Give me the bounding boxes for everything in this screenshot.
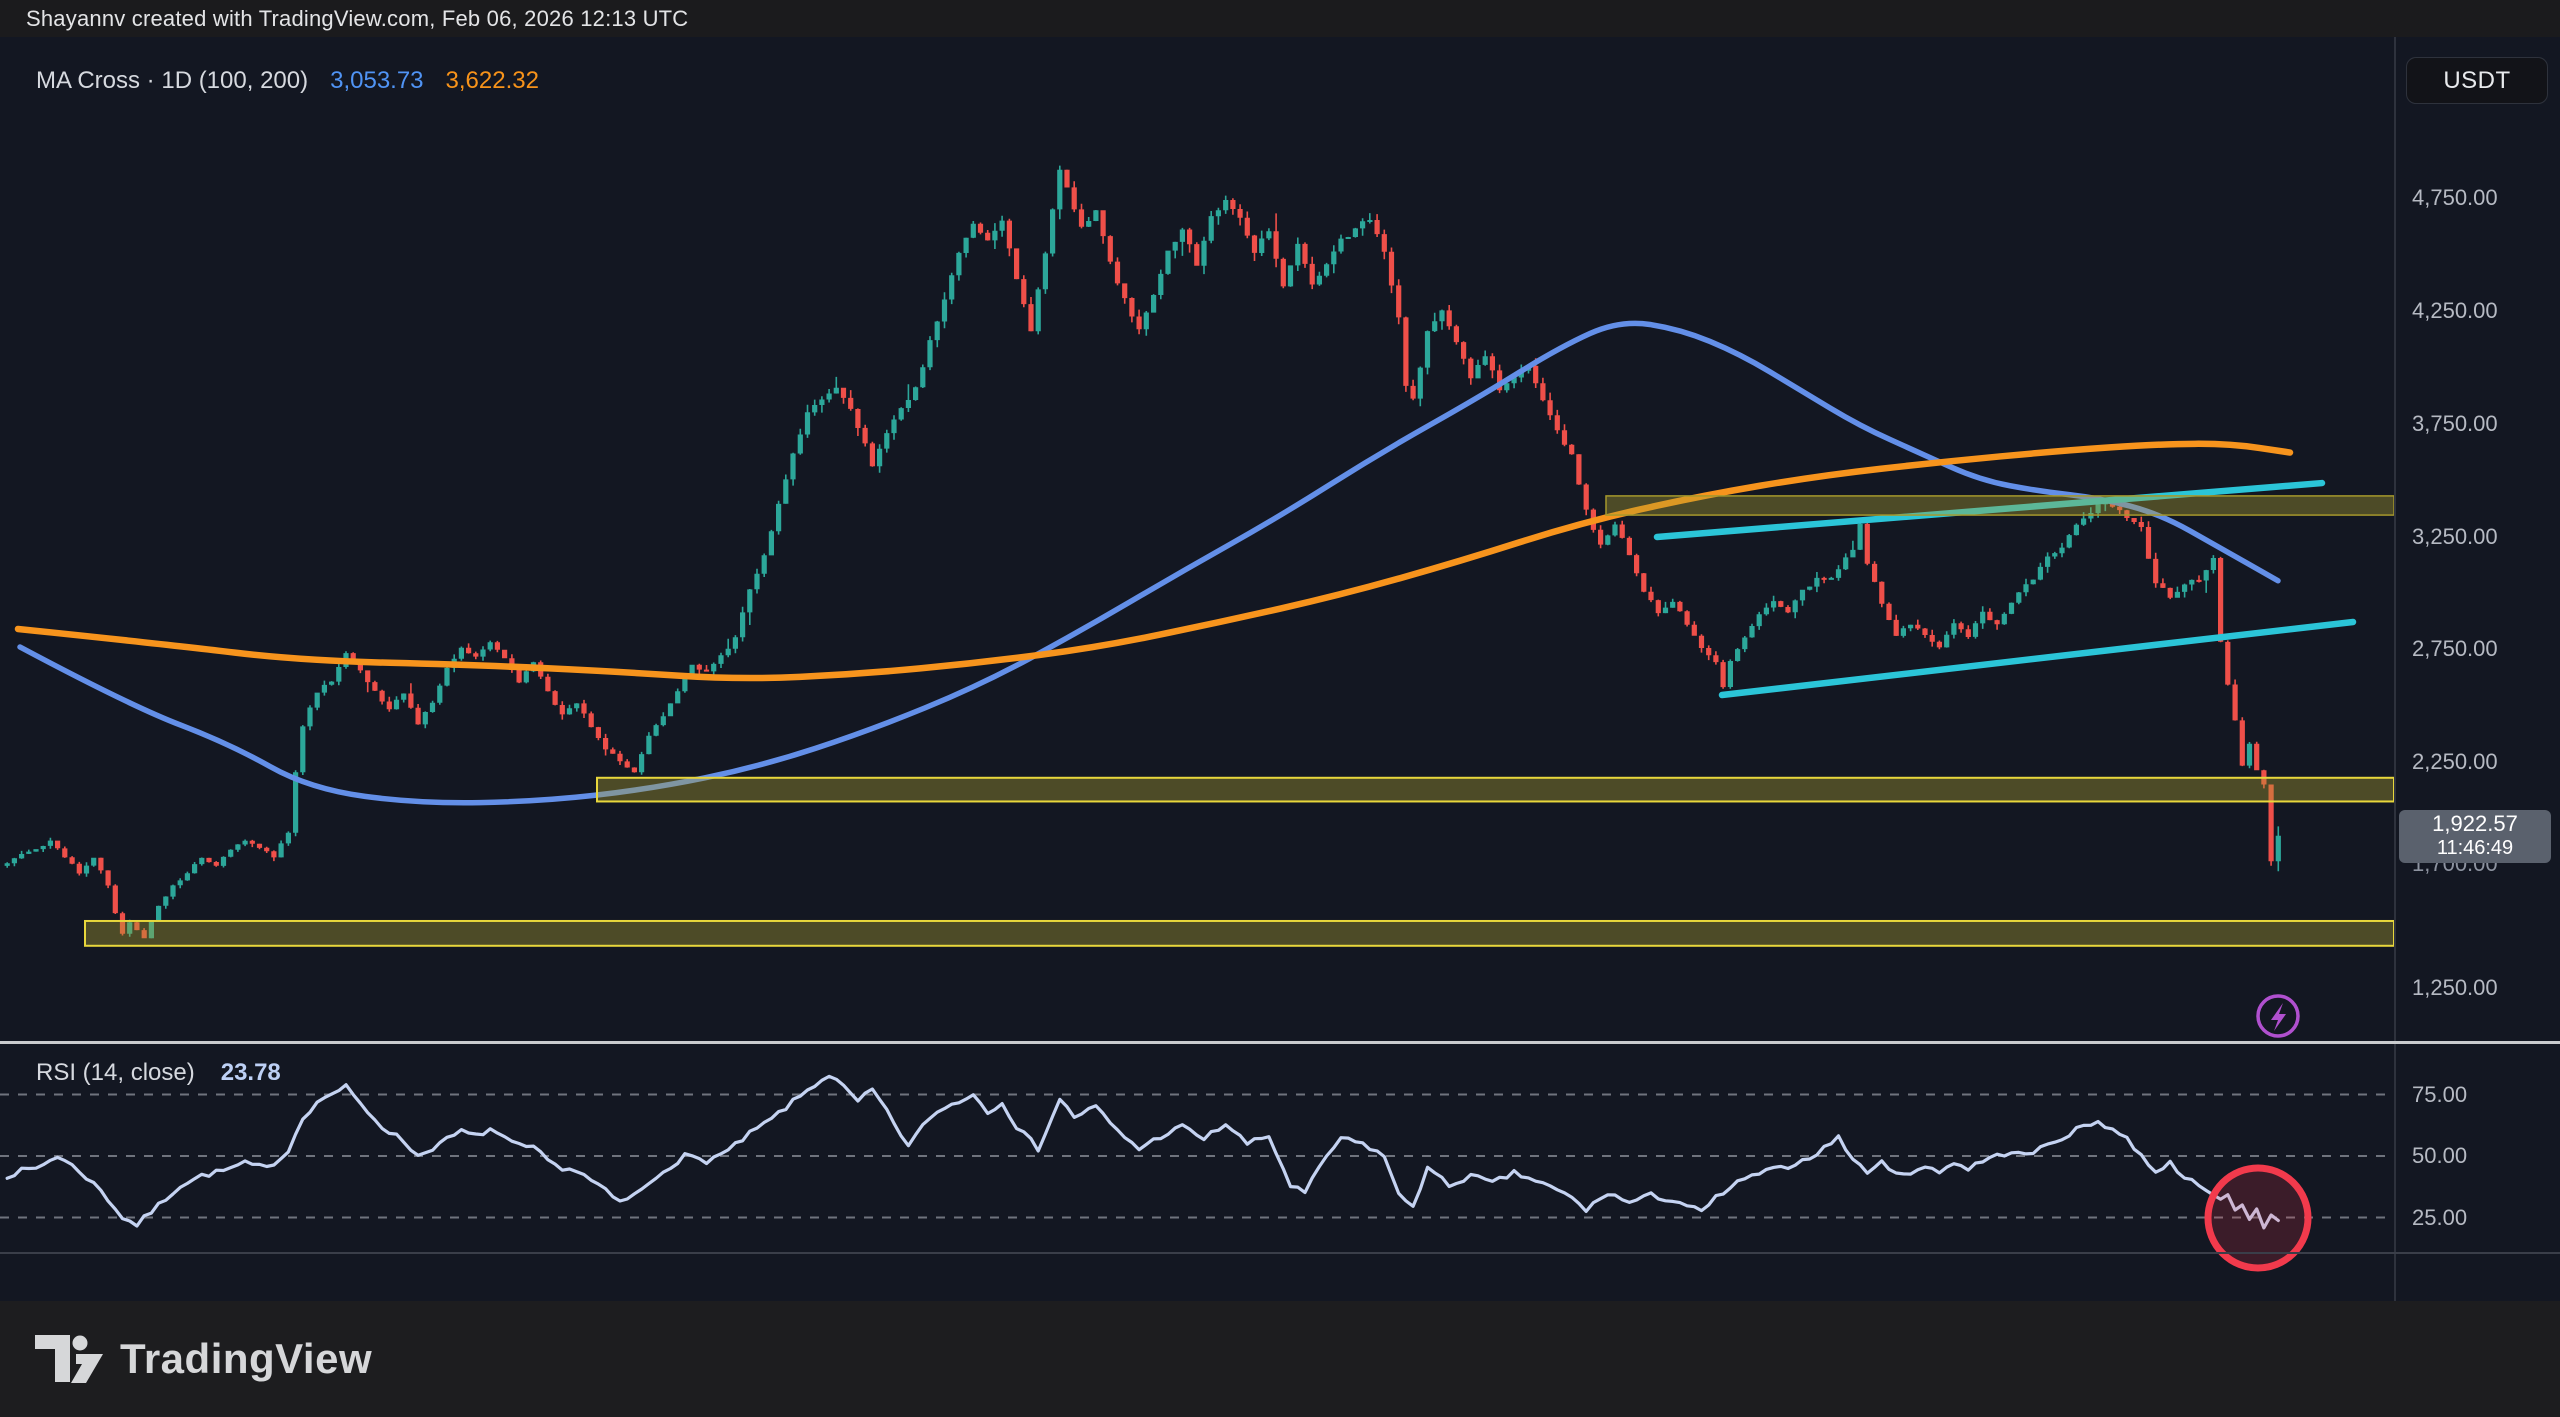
last-price-badge: 1,922.57 11:46:49	[2399, 810, 2551, 863]
price-tick-label: 3,250.00	[2412, 524, 2498, 550]
ma100-line[interactable]	[20, 323, 2278, 802]
main-pane	[5, 166, 2394, 946]
rsi-tick-label: 25.00	[2412, 1205, 2467, 1231]
indicator-legend: MA Cross · 1D (100, 200) 3,053.73 3,622.…	[36, 67, 539, 95]
tradingview-logo: TradingView	[34, 1334, 372, 1384]
attribution-bar: Shayannv created with TradingView.com, F…	[0, 0, 2560, 37]
sr-zone-2[interactable]	[85, 921, 2394, 946]
rsi-bottom-border	[0, 1252, 2560, 1254]
indicator-title: MA Cross · 1D (100, 200)	[36, 67, 308, 95]
attribution-text: Shayannv created with TradingView.com, F…	[26, 6, 688, 32]
chart-graphics	[0, 37, 2560, 1301]
chart-canvas[interactable]: MA Cross · 1D (100, 200) 3,053.73 3,622.…	[0, 37, 2560, 1301]
tradingview-logo-text: TradingView	[120, 1335, 372, 1383]
lightning-icon	[2258, 996, 2298, 1036]
tradingview-logo-mark-icon	[34, 1334, 104, 1384]
price-tick-label: 2,250.00	[2412, 749, 2498, 775]
sr-zone-1[interactable]	[597, 778, 2394, 802]
price-scale[interactable]: USDT 1,700.00 1,922.57 11:46:49 4,750.00…	[2394, 37, 2560, 1301]
price-tick-label: 1,250.00	[2412, 975, 2498, 1001]
bar-countdown: 11:46:49	[2437, 836, 2513, 861]
rsi-tick-label: 50.00	[2412, 1143, 2467, 1169]
price-tick-label: 2,750.00	[2412, 636, 2498, 662]
trendline-lower[interactable]	[1722, 622, 2353, 695]
rsi-legend: RSI (14, close) 23.78	[36, 1059, 281, 1087]
ma100-value: 3,053.73	[330, 67, 423, 95]
rsi-title: RSI (14, close)	[36, 1059, 195, 1087]
rsi-line	[7, 1076, 2278, 1228]
candles-down	[55, 170, 2274, 939]
candles-up	[5, 166, 2281, 939]
quote-currency-badge: USDT	[2406, 57, 2548, 104]
rsi-pane	[0, 1076, 2394, 1228]
price-tick-label: 4,750.00	[2412, 185, 2498, 211]
price-tick-label: 4,250.00	[2412, 298, 2498, 324]
price-tick-label: 3,750.00	[2412, 411, 2498, 437]
footer-bar: TradingView	[0, 1301, 2560, 1417]
rsi-value: 23.78	[221, 1059, 281, 1087]
ma200-value: 3,622.32	[446, 67, 539, 95]
pane-divider[interactable]	[0, 1041, 2560, 1044]
last-price: 1,922.57	[2432, 811, 2518, 836]
tradingview-screenshot: { "topbar": { "attribution": "Shayannv c…	[0, 0, 2560, 1417]
price-axis-border	[2394, 37, 2396, 1301]
rsi-tick-label: 75.00	[2412, 1082, 2467, 1108]
sr-zone-0[interactable]	[1606, 496, 2394, 515]
